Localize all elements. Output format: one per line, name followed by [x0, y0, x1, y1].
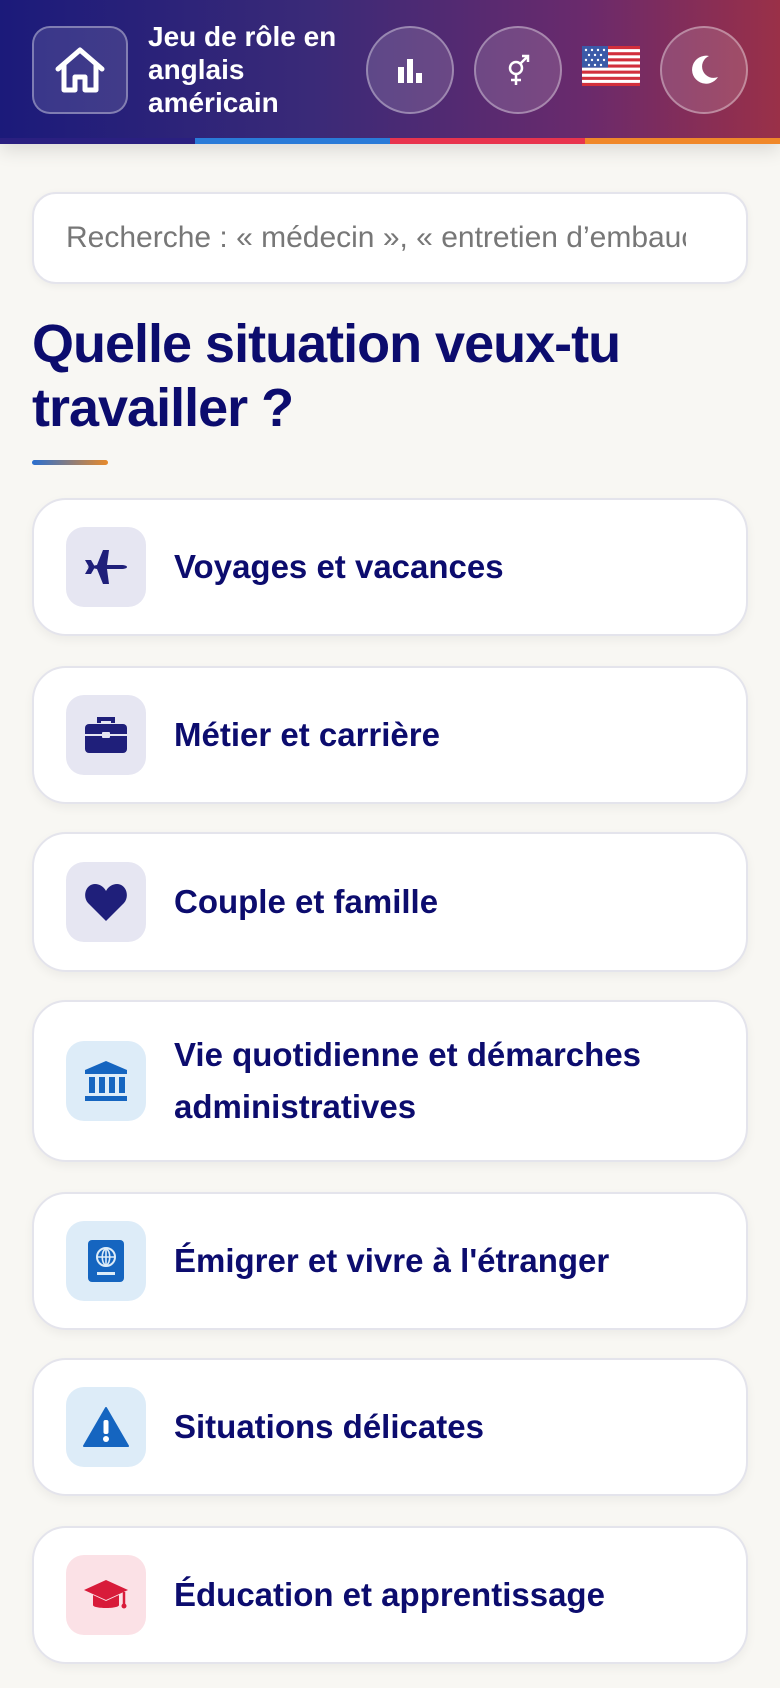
graduation-cap-icon — [84, 1580, 128, 1609]
category-label: Voyages et vacances — [174, 548, 504, 585]
app-title: Jeu de rôle en anglais américain — [148, 21, 337, 118]
theme-toggle-button[interactable] — [660, 26, 748, 114]
category-icon-box — [66, 862, 146, 942]
title-underline — [32, 460, 108, 465]
page-title: Quelle situation veux-tu travailler ? — [32, 314, 621, 438]
bank-icon — [85, 1061, 127, 1101]
warning-icon — [83, 1407, 129, 1447]
category-icon-box — [66, 695, 146, 775]
home-icon — [55, 47, 105, 93]
category-card-delicate[interactable]: Situations délicates — [32, 1358, 748, 1496]
category-icon-box — [66, 1555, 146, 1635]
passport-icon — [88, 1240, 124, 1282]
category-label: Éducation et apprentissage — [174, 1576, 605, 1613]
category-card-travel[interactable]: Voyages et vacances — [32, 498, 748, 636]
bar-chart-icon — [398, 59, 422, 83]
category-card-family[interactable]: Couple et famille — [32, 832, 748, 972]
us-flag-icon[interactable] — [582, 46, 640, 86]
category-card-career[interactable]: Métier et carrière — [32, 666, 748, 804]
category-card-daily-life[interactable]: Vie quotidienne et démarches administrat… — [32, 1000, 748, 1162]
category-icon-box — [66, 1041, 146, 1121]
category-icon-box — [66, 527, 146, 607]
airplane-icon — [85, 550, 127, 584]
gender-icon — [508, 54, 530, 85]
header-stripe — [0, 138, 780, 144]
category-card-education[interactable]: Éducation et apprentissage — [32, 1526, 748, 1664]
category-label: Couple et famille — [174, 883, 439, 920]
gender-button[interactable] — [474, 26, 562, 114]
category-label: Vie quotidienne et démarches administrat… — [174, 1036, 642, 1125]
home-button[interactable] — [32, 26, 128, 114]
category-label: Métier et carrière — [174, 716, 440, 753]
category-card-emigrate[interactable]: Émigrer et vivre à l'étranger — [32, 1192, 748, 1330]
app-header: Jeu de rôle en anglais américain — [0, 0, 780, 144]
heart-icon — [85, 884, 127, 921]
category-icon-box — [66, 1387, 146, 1467]
search-input[interactable] — [32, 192, 748, 284]
briefcase-icon — [85, 717, 127, 753]
category-label: Émigrer et vivre à l'étranger — [174, 1242, 610, 1279]
stats-button[interactable] — [366, 26, 454, 114]
category-icon-box — [66, 1221, 146, 1301]
moon-icon — [692, 55, 718, 84]
category-label: Situations délicates — [174, 1408, 484, 1445]
